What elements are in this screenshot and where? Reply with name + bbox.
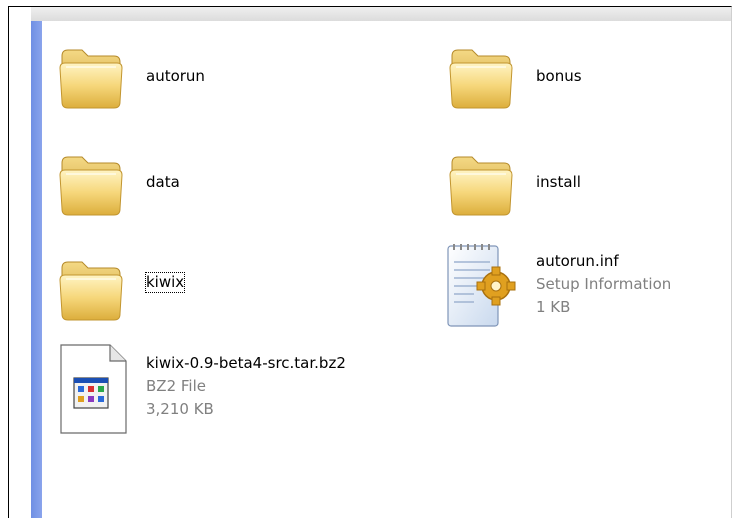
task-pane-edge [31,21,42,518]
file-type: BZ2 File [146,377,206,395]
folder-icon [446,145,516,220]
folder-icon [56,145,126,220]
file-label: kiwix-0.9-beta4-src.tar.bz2 [146,354,346,372]
file-type: Setup Information [536,275,672,293]
archive-file-icon [60,344,127,434]
file-size: 3,210 KB [146,400,214,418]
folder-label: kiwix [144,272,186,293]
setup-information-icon [447,244,516,327]
file-label: autorun.inf [536,252,619,270]
folder-icon [446,38,516,113]
view-header-bar [31,7,731,21]
folder-label: autorun [146,67,205,85]
file-size: 1 KB [536,298,571,316]
folder-icon [56,38,126,113]
folder-icon [56,250,126,325]
folder-label: install [536,173,581,191]
folder-label: data [146,173,180,191]
folder-label: bonus [536,67,582,85]
